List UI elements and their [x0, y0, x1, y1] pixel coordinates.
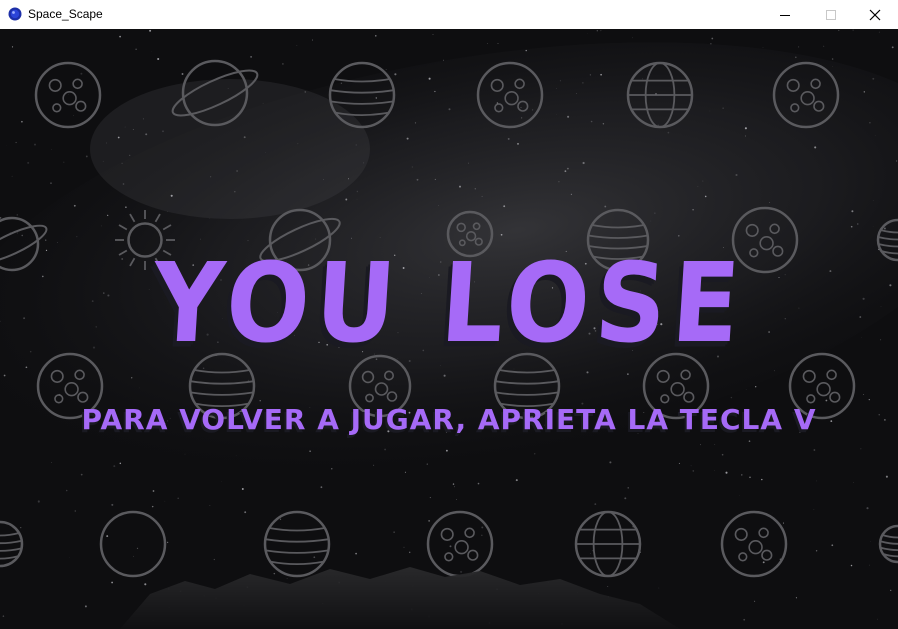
close-icon [869, 9, 881, 20]
minimize-button[interactable] [762, 0, 808, 29]
app-window: Space_Scape YOU LOSE PARA VOLVER A JUGAR… [0, 0, 898, 629]
title-bar[interactable]: Space_Scape [0, 0, 898, 29]
maximize-button[interactable] [808, 0, 854, 29]
window-title: Space_Scape [28, 7, 103, 21]
app-icon [8, 7, 22, 21]
game-canvas[interactable]: YOU LOSE PARA VOLVER A JUGAR, APRIETA LA… [0, 29, 898, 629]
restart-hint: PARA VOLVER A JUGAR, APRIETA LA TECLA V [81, 403, 817, 436]
minimize-icon [780, 14, 790, 16]
you-lose-title: YOU LOSE [148, 240, 750, 368]
close-button[interactable] [852, 0, 898, 29]
maximize-icon [826, 9, 836, 20]
